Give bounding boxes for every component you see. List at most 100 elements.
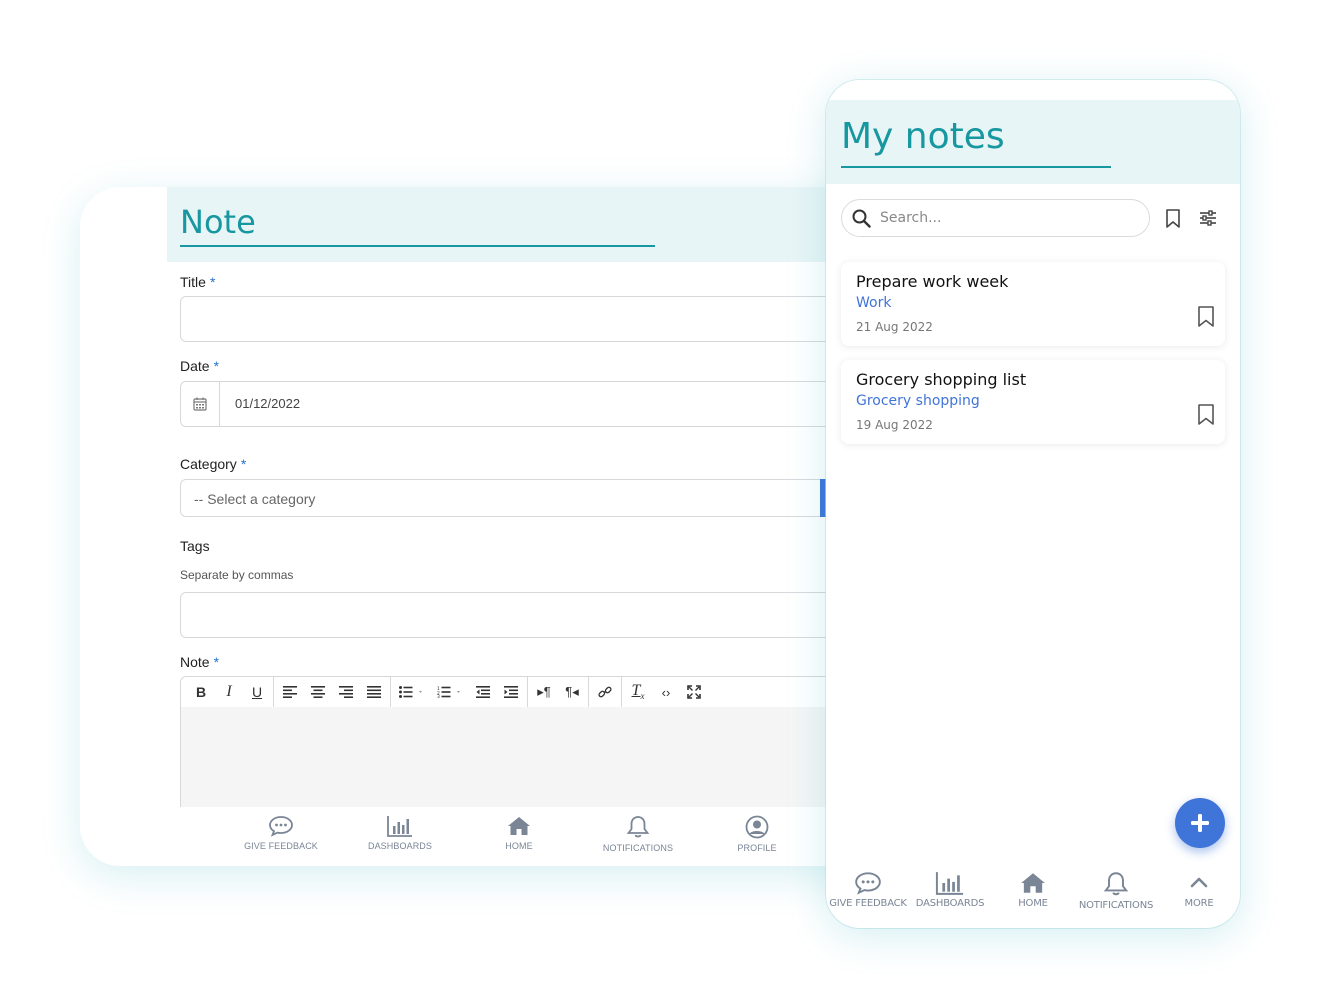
nav-dashboards[interactable]: DASHBOARDS [908, 871, 992, 909]
note-title: Prepare work week [856, 272, 1009, 291]
tags-input[interactable] [180, 592, 880, 638]
nav-notifications[interactable]: NOTIFICATIONS [583, 815, 693, 853]
bookmark-icon [1198, 404, 1214, 425]
code-view-icon: ‹› [661, 684, 671, 700]
list-item[interactable]: Prepare work week Work 21 Aug 2022 [841, 262, 1225, 346]
align-right-button[interactable] [332, 680, 360, 704]
numbered-list-button[interactable]: 123 [431, 680, 469, 704]
title-input[interactable] [180, 296, 880, 342]
underline-icon: U [251, 684, 263, 700]
ltr-button[interactable]: ▸¶ [530, 680, 558, 704]
bell-icon [1103, 872, 1129, 896]
note-category[interactable]: Work [856, 295, 891, 311]
fullscreen-icon [687, 685, 701, 699]
underline-button[interactable]: U [243, 680, 271, 704]
required-mark: * [213, 654, 220, 670]
note-label-text: Note [180, 654, 210, 670]
align-justify-button[interactable] [360, 680, 388, 704]
link-icon [598, 686, 612, 698]
bar-chart-icon [387, 816, 412, 837]
home-icon [508, 817, 530, 835]
nav-label: HOME [505, 841, 533, 851]
align-right-icon [339, 686, 353, 698]
category-select-value: -- Select a category [194, 491, 316, 507]
link-button[interactable] [591, 680, 619, 704]
italic-icon: I [226, 683, 232, 700]
italic-button[interactable]: I [215, 680, 243, 704]
numbered-list-icon: 123 [437, 686, 460, 698]
note-editor[interactable] [180, 707, 880, 807]
bookmark-icon [1198, 306, 1214, 327]
nav-label: DASHBOARDS [915, 898, 985, 909]
nav-label: PROFILE [737, 843, 777, 853]
nav-more[interactable]: MORE [1157, 871, 1240, 909]
svg-text:3: 3 [437, 694, 440, 698]
date-label-text: Date [180, 358, 210, 374]
bullet-list-icon [399, 686, 422, 698]
filter-settings-button[interactable] [1197, 207, 1219, 229]
toolbar-separator [273, 677, 274, 707]
title-underline [841, 166, 1111, 168]
nav-notifications[interactable]: NOTIFICATIONS [1074, 871, 1158, 911]
date-value: 01/12/2022 [235, 396, 301, 411]
calendar-button[interactable] [181, 382, 220, 426]
search-icon [852, 209, 871, 228]
category-label-text: Category [180, 456, 237, 472]
bookmark-icon [1166, 208, 1180, 228]
note-form-card: Note Title * Date * 01/12/2022 Category * -… [80, 187, 900, 866]
list-item[interactable]: Grocery shopping list Grocery shopping 1… [841, 360, 1225, 444]
note-date: 19 Aug 2022 [856, 418, 933, 432]
bottom-nav: GIVE FEEDBACK DASHBOARDS HOME NOTIFICATI… [180, 807, 900, 866]
clear-format-button[interactable]: Tx [624, 680, 652, 704]
toolbar-separator [390, 677, 391, 707]
search-box[interactable] [841, 199, 1150, 237]
plus-icon [1191, 814, 1209, 832]
home-icon [1021, 873, 1045, 893]
my-notes-card: My notes Prepare work week Work 21 Aug 2… [826, 80, 1240, 928]
bullet-list-button[interactable] [393, 680, 431, 704]
nav-label: MORE [1184, 898, 1214, 909]
note-category[interactable]: Grocery shopping [856, 393, 980, 409]
nav-dashboards[interactable]: DASHBOARDS [345, 815, 455, 851]
nav-home[interactable]: HOME [991, 871, 1075, 909]
rtl-icon: ¶◂ [565, 684, 579, 699]
bookmark-filter-button[interactable] [1163, 207, 1183, 229]
bell-icon [626, 816, 650, 838]
note-label: Note * [180, 654, 219, 670]
rtl-button[interactable]: ¶◂ [558, 680, 586, 704]
note-title: Grocery shopping list [856, 370, 1027, 389]
align-left-icon [283, 686, 297, 698]
page-title: Note [180, 203, 256, 241]
outdent-button[interactable] [469, 680, 497, 704]
bookmark-button[interactable] [1197, 306, 1215, 332]
indent-button[interactable] [497, 680, 525, 704]
bold-button[interactable]: B [187, 680, 215, 704]
outdent-icon [476, 686, 490, 698]
chevron-up-icon [1190, 877, 1208, 888]
align-left-button[interactable] [276, 680, 304, 704]
user-circle-icon [745, 815, 769, 839]
code-view-button[interactable]: ‹› [652, 680, 680, 704]
fullscreen-button[interactable] [680, 680, 708, 704]
nav-profile[interactable]: PROFILE [702, 815, 812, 853]
required-mark: * [213, 358, 220, 374]
title-label-text: Title [180, 274, 206, 290]
required-mark: * [240, 456, 247, 472]
nav-label: NOTIFICATIONS [1078, 900, 1154, 911]
nav-give-feedback[interactable]: GIVE FEEDBACK [826, 871, 910, 909]
nav-home[interactable]: HOME [464, 815, 574, 851]
nav-give-feedback[interactable]: GIVE FEEDBACK [226, 815, 336, 851]
add-note-button[interactable] [1175, 798, 1225, 848]
category-select[interactable]: -- Select a category [180, 479, 880, 517]
title-underline [180, 245, 655, 247]
align-center-button[interactable] [304, 680, 332, 704]
required-mark: * [209, 274, 216, 290]
nav-label: DASHBOARDS [367, 841, 432, 851]
ltr-icon: ▸¶ [537, 684, 551, 699]
date-label: Date * [180, 358, 219, 374]
search-input[interactable] [880, 208, 1130, 228]
date-input[interactable]: 01/12/2022 [180, 381, 880, 427]
bookmark-button[interactable] [1197, 404, 1215, 430]
tags-label: Tags [180, 538, 210, 554]
bar-chart-icon [935, 872, 964, 895]
